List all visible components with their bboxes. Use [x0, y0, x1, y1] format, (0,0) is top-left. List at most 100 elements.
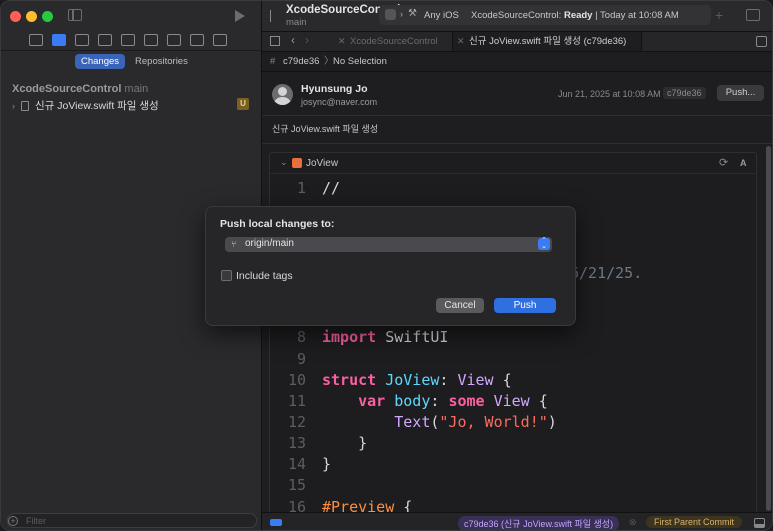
- tab-repositories[interactable]: Repositories: [129, 54, 194, 69]
- code-text: struct JoView: View {: [322, 371, 512, 389]
- debug-area-icon[interactable]: [754, 518, 765, 528]
- file-header[interactable]: ⌄ JoView ⟳ A: [270, 153, 756, 174]
- breakpoint-icon[interactable]: [190, 34, 204, 46]
- bookmark-icon[interactable]: [75, 34, 89, 46]
- list-item[interactable]: › 신규 JoView.swift 파일 생성: [12, 98, 252, 113]
- close-icon[interactable]: ✕: [457, 32, 465, 51]
- navigator-tabs: [29, 34, 227, 46]
- debug-icon[interactable]: [167, 34, 181, 46]
- warning-icon[interactable]: [121, 34, 135, 46]
- cancel-button[interactable]: Cancel: [436, 298, 484, 313]
- code-line: 9: [270, 349, 756, 370]
- grid-icon[interactable]: [270, 36, 280, 46]
- editor-bottom-bar: c79de36 (신규 JoView.swift 파일 생성) ⊗ First …: [262, 512, 772, 530]
- push-confirm-button[interactable]: Push: [494, 298, 556, 313]
- divider: [262, 115, 772, 116]
- code-text: import SwiftUI: [322, 328, 449, 346]
- refresh-icon[interactable]: ⟳: [719, 156, 728, 169]
- code-line: 10 struct JoView: View {: [270, 370, 756, 391]
- add-icon[interactable]: +: [715, 7, 723, 23]
- chevron-updown-icon[interactable]: ⌃ ⌄: [538, 237, 550, 250]
- code-line: 12 Text("Jo, World!"): [270, 412, 756, 433]
- code-text: }: [322, 434, 368, 452]
- line-number: 11: [287, 392, 306, 410]
- chevron-right-icon[interactable]: ›: [12, 101, 15, 111]
- run-destination[interactable]: Any iOS: [424, 10, 459, 21]
- search-icon[interactable]: [98, 34, 112, 46]
- status-badge: A: [740, 158, 747, 168]
- sheet-title: Push local changes to:: [220, 218, 335, 230]
- remote-branch-select[interactable]: ⑂ origin/main ⌃ ⌄: [225, 237, 552, 252]
- swift-file-icon: [292, 158, 302, 168]
- repository-name: XcodeSourceControl: [12, 83, 122, 95]
- forward-icon[interactable]: ›: [305, 33, 309, 47]
- branch-icon: [270, 10, 280, 22]
- tab-xcodesourcecontrol[interactable]: ✕ XcodeSourceControl: [334, 32, 448, 51]
- minimize-window-button[interactable]: [26, 11, 37, 22]
- breadcrumb: # c79de36 〉 No Selection: [262, 52, 772, 72]
- inspector-toggle-icon[interactable]: [746, 9, 760, 21]
- close-icon[interactable]: ✕: [338, 32, 346, 51]
- project-branch[interactable]: main: [286, 17, 307, 28]
- hash-icon: #: [270, 56, 276, 67]
- code-line: 11 var body: some View {: [270, 391, 756, 412]
- add-editor-icon[interactable]: [756, 36, 767, 47]
- code-text: Text("Jo, World!"): [394, 413, 557, 431]
- line-number: 15: [287, 476, 306, 494]
- back-icon[interactable]: ‹: [291, 33, 295, 47]
- line-number: 8: [296, 328, 306, 346]
- code-line: 1 //: [270, 178, 756, 199]
- source-control-segmented: Changes Repositories: [75, 54, 194, 69]
- commit-date: Jun 21, 2025 at 10:08 AM: [558, 89, 661, 99]
- app-icon[interactable]: [385, 9, 396, 20]
- tab-changes[interactable]: Changes: [75, 54, 126, 69]
- code-line: 8 import SwiftUI: [270, 327, 756, 348]
- commit-author: Hyunsung Jo: [301, 83, 368, 95]
- line-number: 14: [287, 455, 306, 473]
- remote-branch-value: origin/main: [245, 238, 294, 249]
- code-text: var body: some View {: [358, 392, 548, 410]
- sidebar-toggle-icon[interactable]: [68, 9, 82, 21]
- xcode-window: Changes Repositories XcodeSourceControl m…: [0, 0, 773, 531]
- editor-tab-bar: ‹ › ✕ XcodeSourceControl ✕ 신규 JoView.swift…: [262, 32, 772, 52]
- parent-commit-pill[interactable]: First Parent Commit: [646, 516, 743, 528]
- build-status: XcodeSourceControl: Ready | Today at 10:…: [471, 10, 679, 21]
- plus-icon[interactable]: +: [8, 516, 18, 526]
- zoom-window-button[interactable]: [42, 11, 53, 22]
- line-number: 12: [287, 413, 306, 431]
- source-control-icon[interactable]: [52, 34, 66, 46]
- vertical-scrollbar[interactable]: [766, 146, 771, 511]
- compare-icon[interactable]: ⊗: [629, 517, 637, 528]
- chevron-right-icon: ›: [400, 9, 403, 19]
- breadcrumb-commit[interactable]: c79de36: [283, 52, 319, 72]
- repository-row[interactable]: XcodeSourceControl main: [12, 83, 148, 95]
- branch-icon: ⑂: [231, 239, 237, 249]
- report-icon[interactable]: [213, 34, 227, 46]
- repository-branch: main: [124, 83, 149, 95]
- tab-commit[interactable]: ✕ 신규 JoView.swift 파일 생성 (c79de36): [452, 32, 642, 51]
- breadcrumb-selection[interactable]: No Selection: [333, 52, 387, 72]
- commit-pill[interactable]: c79de36 (신규 JoView.swift 파일 생성): [458, 516, 620, 530]
- code-text: 6/21/25.: [570, 264, 643, 282]
- push-button[interactable]: Push...: [717, 85, 764, 101]
- include-tags-label[interactable]: Include tags: [236, 270, 293, 282]
- activity-view[interactable]: › ⚒ Any iOS XcodeSourceControl: Ready | …: [379, 5, 711, 25]
- window-toolbar: XcodeSourceControl main › ⚒ Any iOS Xcod…: [262, 1, 772, 32]
- close-window-button[interactable]: [10, 11, 21, 22]
- line-number: 10: [287, 371, 306, 389]
- hammer-icon: ⚒: [408, 8, 417, 19]
- chevron-down-icon[interactable]: ⌄: [280, 157, 288, 168]
- test-icon[interactable]: [144, 34, 158, 46]
- include-tags-checkbox[interactable]: [221, 270, 232, 281]
- toggle-icon[interactable]: [270, 519, 282, 526]
- run-icon[interactable]: [235, 10, 245, 22]
- commit-hash: c79de36: [663, 87, 706, 99]
- status-prefix: XcodeSourceControl:: [471, 10, 564, 21]
- code-text: }: [322, 455, 332, 473]
- file-icon: [21, 100, 29, 111]
- avatar: [272, 84, 293, 105]
- line-number: 1: [296, 179, 306, 197]
- commit-row-label: 신규 JoView.swift 파일 생성: [35, 100, 159, 112]
- code-text: //: [322, 179, 341, 197]
- folder-icon[interactable]: [29, 34, 43, 46]
